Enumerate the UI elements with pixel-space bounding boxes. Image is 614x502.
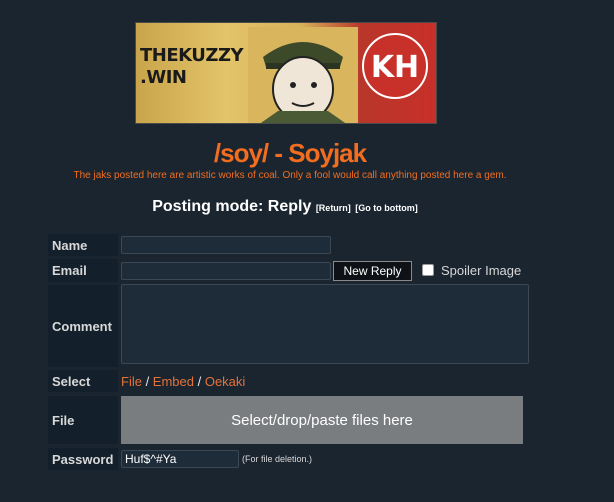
banner-text: THEKUZZY .WIN: [140, 45, 244, 88]
password-label: Password: [48, 448, 118, 470]
posting-mode-header: Posting mode: Reply [Return] [Go to bott…: [0, 198, 570, 216]
board-subtitle: The jaks posted here are artistic works …: [73, 170, 507, 181]
password-note: (For file deletion.): [242, 454, 313, 464]
return-link[interactable]: [Return]: [316, 203, 351, 213]
select-label: Select: [48, 370, 118, 392]
comment-textarea[interactable]: [121, 284, 529, 364]
email-label: Email: [48, 259, 118, 282]
kh-logo: KH: [362, 33, 428, 99]
board-title: /soy/ - Soyjak: [213, 138, 367, 168]
comment-label: Comment: [48, 285, 118, 367]
embed-link[interactable]: Embed: [153, 374, 194, 389]
file-link[interactable]: File: [121, 374, 142, 389]
svg-text:KH: KH: [371, 50, 419, 85]
password-input[interactable]: Huf$^#Ya: [121, 450, 239, 468]
spoiler-label: Spoiler Image: [441, 263, 522, 278]
email-input[interactable]: [121, 262, 331, 280]
board-banner[interactable]: THEKUZZY .WIN KH: [135, 22, 437, 124]
posting-mode-text: Posting mode: Reply: [152, 198, 312, 215]
name-label: Name: [48, 234, 118, 256]
new-reply-button[interactable]: New Reply: [333, 261, 412, 281]
select-links: File / Embed / Oekaki: [121, 374, 246, 389]
file-label: File: [48, 396, 118, 444]
oekaki-link[interactable]: Oekaki: [205, 374, 245, 389]
name-input[interactable]: [121, 236, 331, 254]
spoiler-checkbox[interactable]: [422, 264, 434, 276]
soyjak-face-illustration: [248, 27, 358, 123]
go-to-bottom-link[interactable]: [Go to bottom]: [355, 203, 417, 213]
file-dropzone[interactable]: Select/drop/paste files here: [121, 396, 523, 444]
